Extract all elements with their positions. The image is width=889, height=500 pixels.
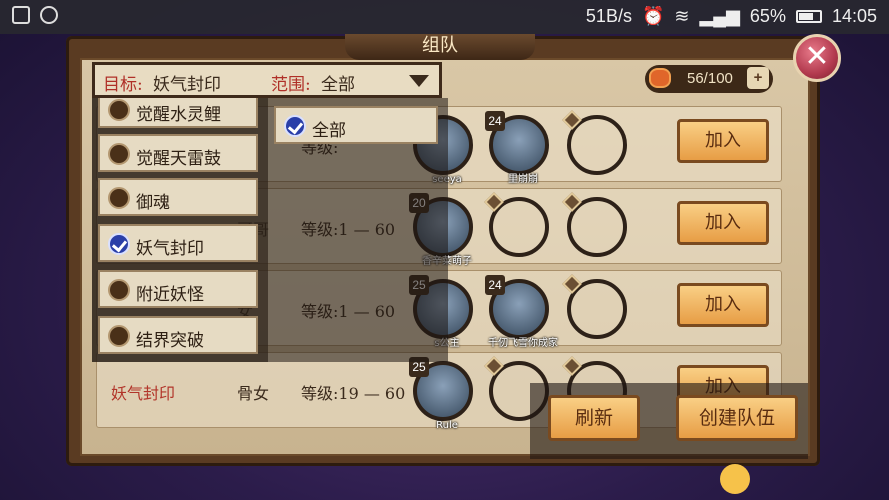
target-option-label: 觉醒天雷鼓 (136, 149, 221, 169)
join-button[interactable]: 加入 (677, 201, 769, 245)
alarm-icon: ⏰ (641, 6, 665, 26)
member-name: 里崩崩 (508, 174, 538, 185)
member-name: Rule (436, 420, 458, 431)
check-icon (108, 233, 130, 255)
target-dropdown: 觉醒水灵鲤 觉醒天雷鼓 御魂 妖气封印 附近妖怪 结界突破 (92, 90, 268, 362)
clock: 14:05 (831, 6, 877, 26)
target-option[interactable]: 结界突破 (98, 316, 258, 354)
join-button[interactable]: 加入 (677, 283, 769, 327)
range-dropdown: 全部 (268, 98, 448, 362)
close-icon: ✕ (804, 39, 830, 74)
status-bar: 51B/s ⏰ ≋ ▂▄▆ 65% 14:05 (0, 0, 889, 34)
slot-diamond-icon (484, 192, 504, 212)
row-target: 妖气封印 (111, 384, 176, 403)
signal-icon: ▂▄▆ (699, 6, 740, 26)
member-name: 千仞飞雪你成家 (488, 338, 558, 349)
member-slot (562, 192, 627, 257)
close-button[interactable]: ✕ (793, 34, 841, 82)
target-option-label: 妖气封印 (136, 239, 204, 259)
member-level: 24 (485, 275, 505, 295)
join-button[interactable]: 加入 (677, 119, 769, 163)
battery-icon (795, 10, 822, 23)
target-option[interactable]: 觉醒天雷鼓 (98, 134, 258, 172)
row-level: 等级:19 — 60 (301, 384, 406, 403)
status-left (12, 6, 58, 24)
target-option[interactable]: 御魂 (98, 178, 258, 216)
wifi-icon: ≋ (674, 6, 690, 26)
member-level: 24 (485, 111, 505, 131)
slot-diamond-icon (562, 274, 582, 294)
range-option-label: 全部 (312, 121, 346, 141)
create-team-button[interactable]: 创建队伍 (676, 395, 798, 441)
filter-bar[interactable]: 目标: 妖气封印 范围: 全部 (92, 62, 442, 98)
battery-percent: 65% (749, 6, 786, 26)
member-slot (562, 274, 627, 339)
range-option[interactable]: 全部 (274, 106, 438, 144)
slot-diamond-icon (562, 356, 582, 376)
target-option[interactable]: 附近妖怪 (98, 270, 258, 308)
range-label: 范围: (271, 75, 311, 95)
watermark (720, 462, 870, 498)
member-slot: 25 Rule (409, 357, 473, 431)
radio-icon (108, 143, 130, 165)
target-label: 目标: (103, 75, 143, 95)
radio-icon (108, 187, 130, 209)
member-slot (484, 192, 549, 257)
target-option-label: 觉醒水灵鲤 (136, 105, 221, 125)
status-right: 51B/s ⏰ ≋ ▂▄▆ 65% 14:05 (586, 6, 877, 27)
member-slot (562, 110, 627, 175)
stamina-gem-icon (649, 68, 671, 88)
slot-diamond-icon (484, 356, 504, 376)
target-option-label: 御魂 (136, 193, 170, 213)
stamina-counter: 56/100 + (645, 65, 773, 93)
check-icon (284, 115, 306, 137)
refresh-button[interactable]: 刷新 (548, 395, 640, 441)
radio-icon (108, 99, 130, 121)
dropdown-triangle-icon[interactable] (409, 75, 429, 87)
gallery-icon (12, 6, 30, 24)
slot-diamond-icon (562, 192, 582, 212)
net-speed: 51B/s (585, 6, 632, 26)
row-boss: 骨女 (237, 384, 270, 403)
stamina-value: 56/100 (687, 70, 733, 87)
add-stamina-button[interactable]: + (747, 67, 769, 89)
target-value: 妖气封印 (153, 75, 221, 95)
member-slot: 24 千仞飞雪你成家 (485, 275, 558, 349)
no-signal-icon (40, 6, 58, 24)
range-value: 全部 (321, 75, 355, 95)
radio-icon (108, 279, 130, 301)
member-slot: 24 里崩崩 (485, 111, 549, 185)
target-option-label: 结界突破 (136, 331, 204, 351)
target-option[interactable]: 妖气封印 (98, 224, 258, 262)
radio-icon (108, 325, 130, 347)
watermark-logo-icon (720, 464, 750, 494)
slot-diamond-icon (562, 110, 582, 130)
window-title: 组队 (345, 34, 535, 60)
target-option-label: 附近妖怪 (136, 285, 204, 305)
